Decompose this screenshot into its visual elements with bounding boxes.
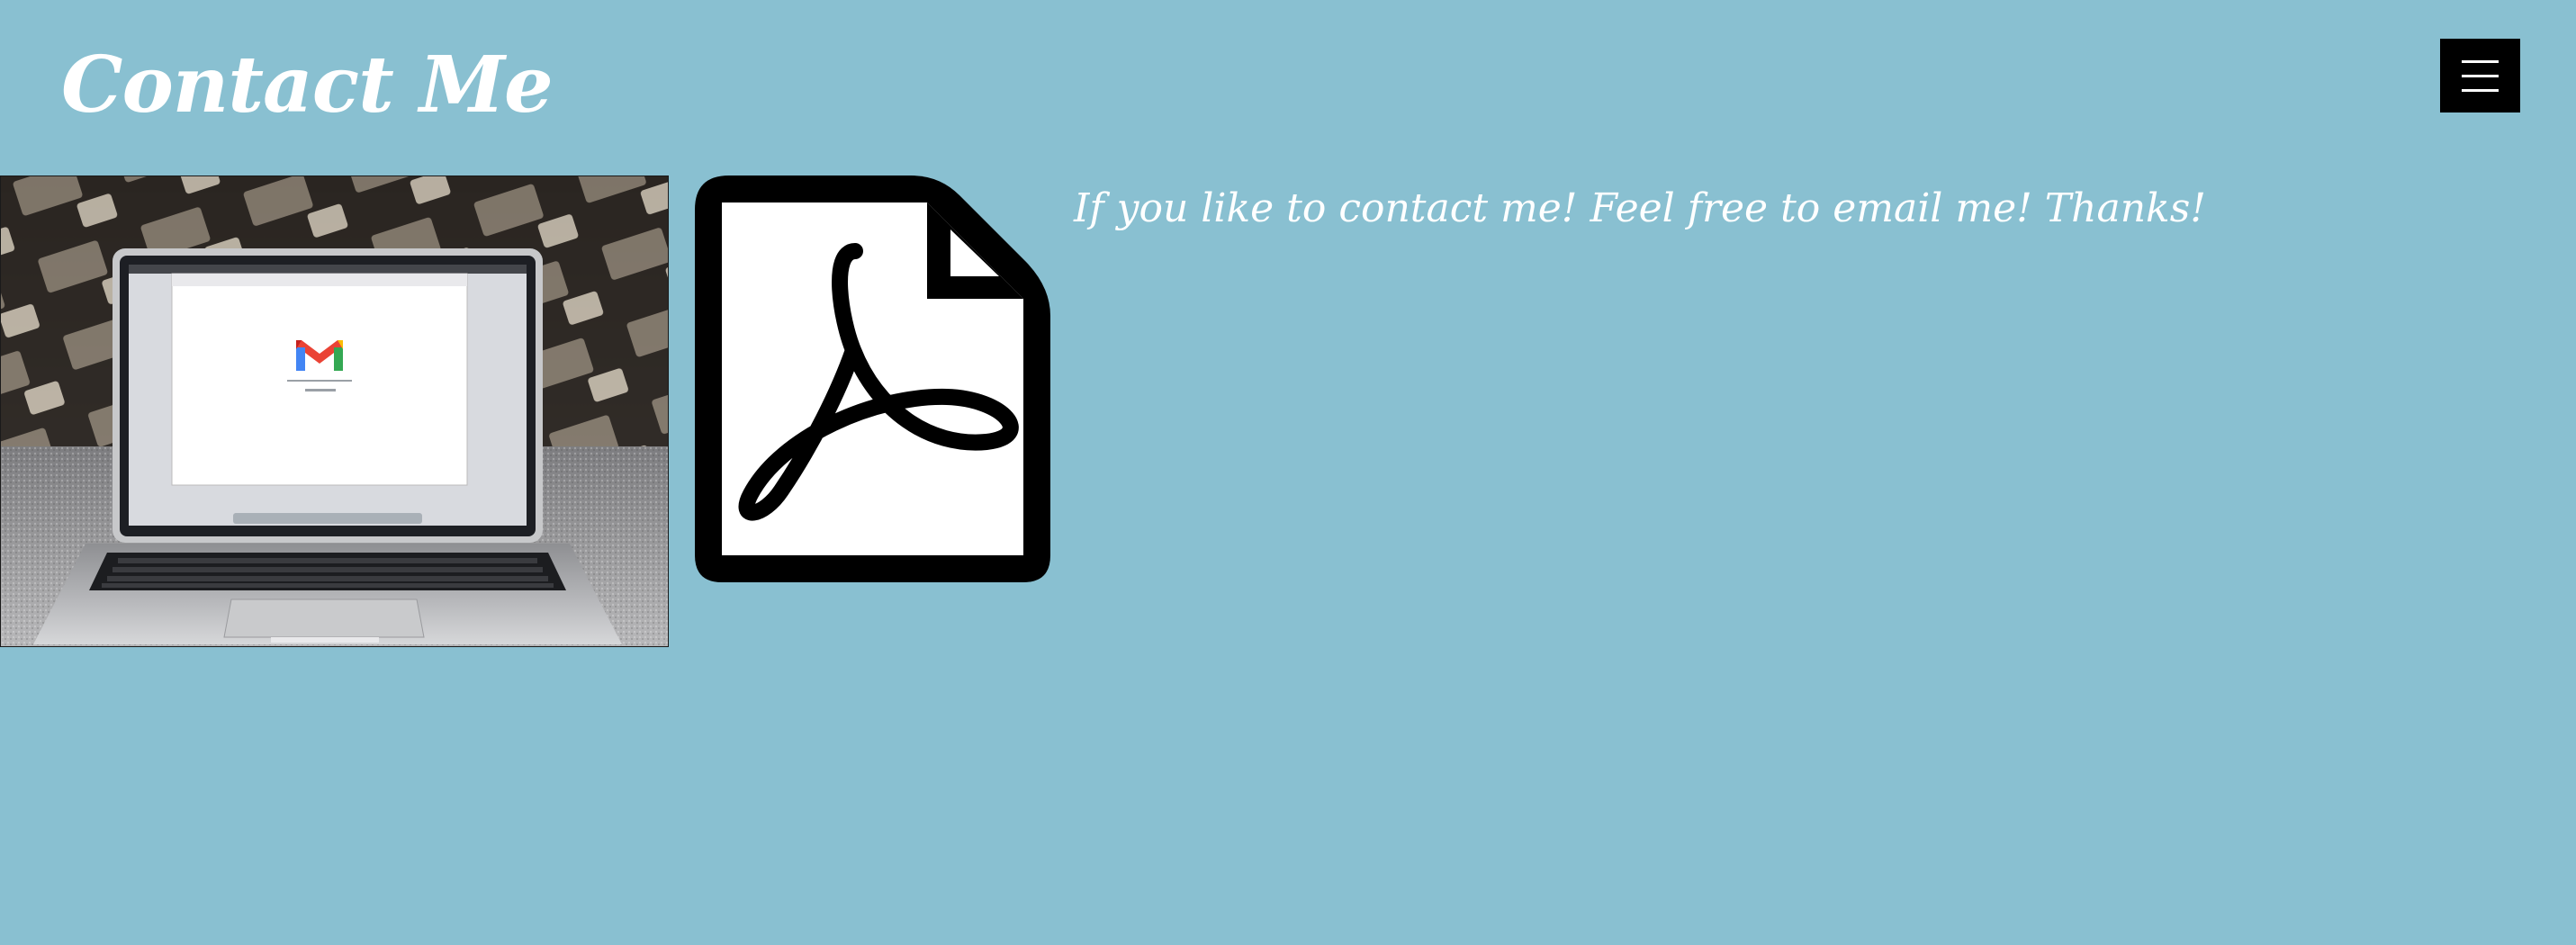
laptop-photo — [0, 176, 669, 647]
menu-button[interactable] — [2440, 39, 2520, 112]
page-title: Contact Me — [61, 40, 554, 130]
contact-message: If you like to contact me! Feel free to … — [1074, 185, 2206, 231]
pdf-file-icon[interactable] — [695, 176, 1050, 582]
